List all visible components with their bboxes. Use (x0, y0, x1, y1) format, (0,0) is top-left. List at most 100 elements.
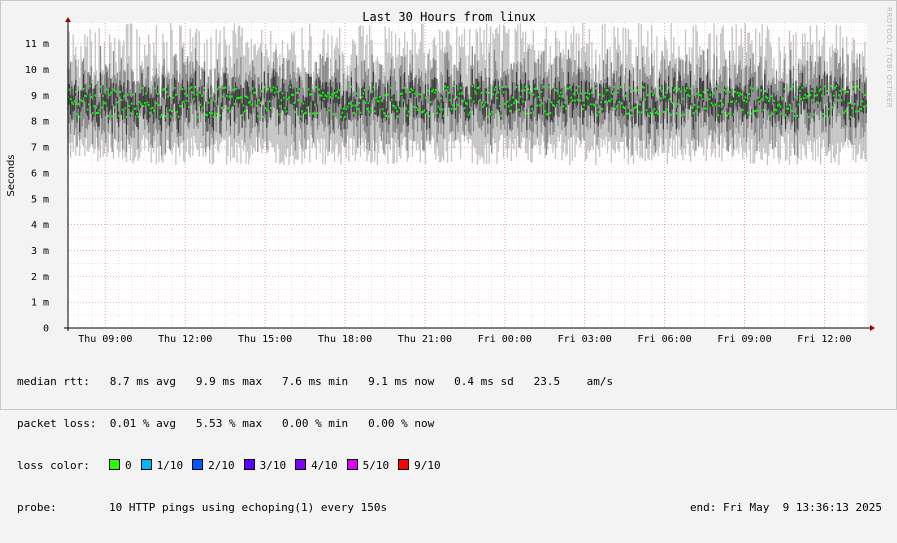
median-rtt-point (826, 90, 829, 93)
median-rtt-point (203, 87, 206, 89)
median-rtt-point (449, 99, 452, 102)
median-rtt-point (717, 114, 719, 117)
median-rtt-point (436, 112, 439, 115)
median-rtt-point (427, 89, 430, 92)
median-rtt-point (394, 107, 397, 110)
probe-text: 10 HTTP pings using echoping(1) every 15… (109, 501, 388, 514)
median-rtt-point (617, 91, 619, 94)
median-rtt-point (249, 100, 251, 103)
median-rtt-point (419, 93, 422, 96)
median-rtt-point (660, 97, 662, 100)
median-rtt-point (448, 91, 450, 94)
median-rtt-point (154, 87, 157, 90)
median-rtt-point (337, 96, 340, 99)
median-rtt-point (756, 109, 758, 112)
median-rtt-point (519, 95, 522, 98)
median-rtt-point (104, 102, 107, 105)
median-rtt-point (697, 105, 700, 108)
median-rtt-point (596, 114, 599, 117)
median-rtt-point (671, 102, 674, 105)
median-rtt-point (107, 115, 110, 118)
loss-color-label: loss color: (17, 459, 90, 472)
packet-loss-row: packet loss: 0.01 % avg 5.53 % max 0.00 … (17, 417, 887, 431)
median-rtt-point (748, 93, 751, 95)
median-rtt-point (128, 105, 131, 108)
median-rtt-point (306, 106, 309, 109)
median-rtt-point (298, 88, 301, 91)
median-rtt-point (207, 101, 210, 104)
median-rtt-point (792, 85, 795, 88)
median-rtt-point (68, 88, 71, 91)
median-rtt-point (673, 89, 675, 92)
median-rtt-point (367, 102, 370, 105)
probe-row: probe: 10 HTTP pings using echoping(1) ev… (17, 501, 887, 515)
median-rtt-point (402, 99, 405, 102)
median-rtt-point (693, 103, 696, 106)
median-rtt-point (102, 94, 105, 97)
median-rtt-min: 7.6 ms min (281, 375, 349, 388)
median-rtt-point (346, 105, 349, 108)
median-rtt-point (584, 91, 587, 94)
median-rtt-point (769, 114, 771, 117)
median-rtt-point (164, 115, 167, 118)
median-rtt-point (793, 114, 796, 117)
median-rtt-point (515, 86, 518, 88)
median-rtt-point (461, 92, 463, 95)
median-rtt-point (353, 111, 355, 114)
median-rtt-point (524, 85, 527, 88)
median-rtt-point (619, 86, 622, 88)
median-rtt-point (613, 85, 615, 88)
median-rtt-point (114, 106, 116, 109)
median-rtt-point (335, 94, 337, 97)
median-rtt-point (732, 113, 735, 116)
median-rtt-point (288, 96, 290, 99)
median-rtt-point (708, 98, 710, 101)
median-rtt-point (649, 112, 652, 115)
median-rtt-point (782, 97, 784, 100)
y-tick-label: 6 m (31, 168, 49, 179)
median-rtt-point (271, 89, 274, 92)
median-rtt-point (597, 111, 600, 113)
median-rtt-point (618, 101, 621, 103)
median-rtt-point (747, 111, 749, 114)
median-rtt-point (535, 87, 537, 90)
median-rtt-point (595, 87, 597, 90)
median-rtt-point (345, 108, 348, 111)
median-rtt-point (227, 107, 229, 110)
median-rtt-point (219, 114, 222, 117)
x-tick-label: Fri 06:00 (638, 334, 692, 345)
median-rtt-point (180, 105, 183, 108)
median-rtt-point (393, 105, 396, 108)
median-rtt-point (803, 97, 805, 99)
probe-label: probe: (17, 501, 57, 514)
median-rtt-point (283, 96, 285, 99)
median-rtt-point (541, 102, 544, 105)
median-rtt-point (437, 105, 440, 108)
median-rtt-point (401, 92, 404, 95)
median-rtt-point (821, 94, 823, 97)
median-rtt-point (839, 89, 842, 92)
median-rtt-point (371, 90, 374, 93)
median-rtt-point (267, 88, 270, 91)
median-rtt-point (136, 112, 138, 115)
median-rtt-point (601, 108, 604, 111)
median-rtt-now: 9.1 ms now (368, 375, 435, 388)
median-rtt-point (320, 94, 323, 97)
median-rtt-point (483, 104, 485, 107)
median-rtt-point (423, 109, 426, 112)
y-tick-label: 4 m (31, 220, 49, 231)
median-rtt-point (440, 97, 443, 100)
median-rtt-point (709, 93, 712, 96)
median-rtt-point (491, 110, 493, 113)
median-rtt-point (643, 86, 645, 89)
median-rtt-point (457, 103, 459, 106)
median-rtt-point (540, 91, 543, 93)
median-rtt-point (778, 103, 781, 106)
loss-color-item: 9/10 (398, 459, 441, 473)
median-rtt-point (500, 114, 502, 117)
median-rtt-point (669, 98, 671, 101)
median-rtt-point (405, 107, 407, 110)
median-rtt-point (852, 85, 855, 88)
loss-color-value: 1/10 (156, 459, 184, 472)
median-rtt-point (813, 113, 816, 116)
